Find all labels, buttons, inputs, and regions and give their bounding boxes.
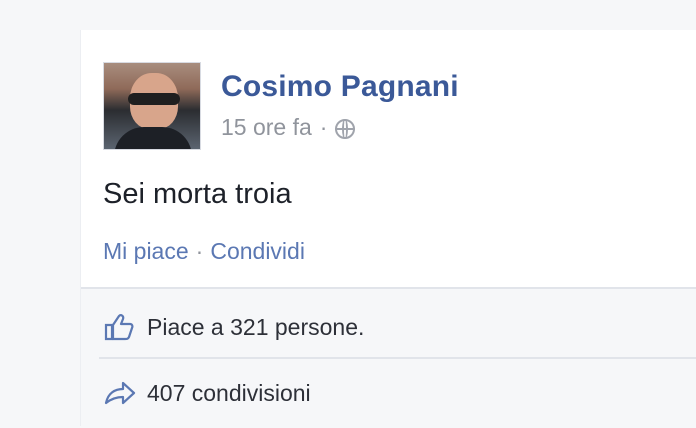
share-link[interactable]: Condividi xyxy=(210,238,305,265)
meta-separator: · xyxy=(319,114,328,140)
post-card: Cosimo Pagnani 15 ore fa · Sei morta tro… xyxy=(80,30,696,428)
post-text: Sei morta troia xyxy=(103,178,292,210)
post-header: Cosimo Pagnani 15 ore fa · xyxy=(103,62,459,150)
share-arrow-icon xyxy=(103,379,137,407)
header-text: Cosimo Pagnani 15 ore fa · xyxy=(221,62,459,141)
thumbs-up-icon xyxy=(103,313,137,341)
post-footer: Piace a 321 persone. 407 condivisioni xyxy=(81,287,696,428)
shares-count-text[interactable]: 407 condivisioni xyxy=(147,380,311,407)
post-actions: Mi piace · Condividi xyxy=(103,238,305,265)
post-meta: 15 ore fa · xyxy=(221,114,459,141)
avatar-shirt xyxy=(114,127,192,149)
avatar-glasses xyxy=(128,93,180,105)
post-timestamp[interactable]: 15 ore fa xyxy=(221,114,312,141)
likes-row[interactable]: Piace a 321 persone. xyxy=(103,313,364,341)
globe-icon[interactable] xyxy=(335,118,356,139)
actions-separator: · xyxy=(195,238,204,264)
avatar[interactable] xyxy=(103,62,201,150)
footer-divider xyxy=(99,357,696,359)
like-link[interactable]: Mi piace xyxy=(103,238,189,265)
shares-row[interactable]: 407 condivisioni xyxy=(103,379,311,407)
author-name[interactable]: Cosimo Pagnani xyxy=(221,72,459,102)
likes-count-text[interactable]: Piace a 321 persone. xyxy=(147,314,364,341)
